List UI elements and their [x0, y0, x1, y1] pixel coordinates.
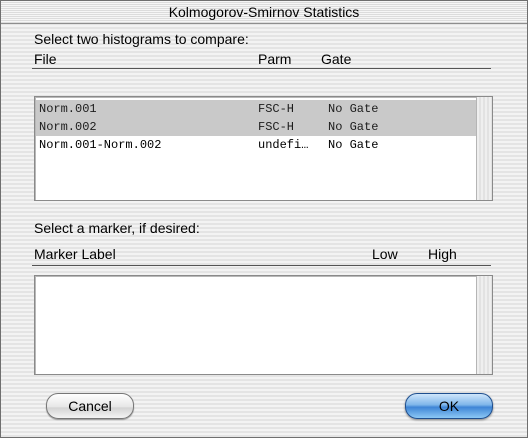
marker-list[interactable]: [34, 275, 493, 375]
marker-prompt: Select a marker, if desired:: [34, 220, 200, 236]
ok-button[interactable]: OK: [405, 393, 493, 419]
column-header-gate: Gate: [321, 51, 352, 67]
cancel-button[interactable]: Cancel: [46, 393, 134, 419]
histogram-row[interactable]: Norm.001 FSC-H No Gate: [36, 100, 476, 118]
column-header-high: High: [428, 246, 457, 262]
title-bar[interactable]: Kolmogorov-Smirnov Statistics: [1, 1, 527, 24]
row-file: Norm.001: [39, 102, 97, 116]
histogram-list-scrollbar[interactable]: [476, 97, 492, 200]
row-file: Norm.001-Norm.002: [39, 138, 162, 152]
row-gate: No Gate: [328, 102, 379, 116]
row-parm: undefi…: [258, 138, 309, 152]
column-header-low: Low: [372, 246, 398, 262]
row-parm: FSC-H: [258, 102, 295, 116]
header-divider: [32, 265, 491, 266]
row-file: Norm.002: [39, 120, 97, 134]
column-header-parm: Parm: [258, 51, 292, 67]
column-header-file: File: [34, 51, 57, 67]
histogram-row[interactable]: Norm.002 FSC-H No Gate: [36, 118, 476, 136]
column-header-marker-label: Marker Label: [34, 246, 116, 262]
row-parm: FSC-H: [258, 120, 295, 134]
marker-list-scrollbar[interactable]: [476, 276, 492, 374]
histogram-list[interactable]: Norm.001 FSC-H No Gate Norm.002 FSC-H No…: [34, 96, 493, 201]
histogram-row[interactable]: Norm.001-Norm.002 undefi… No Gate: [36, 136, 476, 154]
row-gate: No Gate: [328, 120, 379, 134]
row-gate: No Gate: [328, 138, 379, 152]
window-title: Kolmogorov-Smirnov Statistics: [168, 4, 360, 20]
header-divider: [32, 68, 491, 69]
kolmogorov-smirnov-dialog: Kolmogorov-Smirnov Statistics Select two…: [0, 0, 528, 438]
histograms-prompt: Select two histograms to compare:: [34, 31, 249, 47]
